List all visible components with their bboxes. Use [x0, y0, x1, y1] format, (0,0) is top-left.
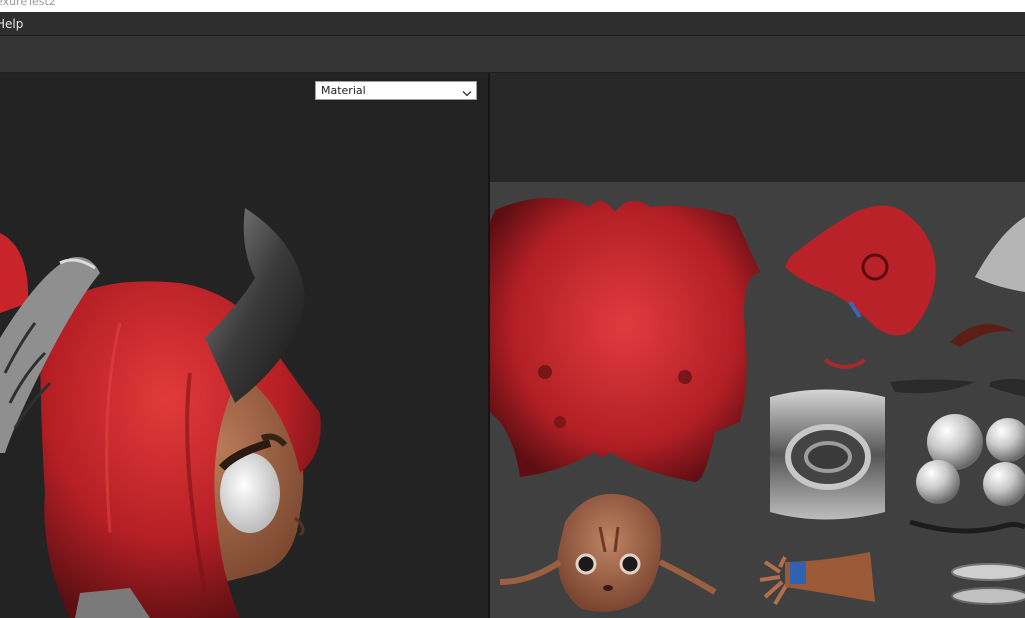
window-titlebar: exureTest2 — [0, 0, 1025, 12]
material-mode-select[interactable]: Material — [315, 81, 477, 100]
texture-atlas-image — [490, 197, 1025, 612]
uv-texture-viewport[interactable] — [490, 73, 1025, 618]
chevron-down-icon — [462, 86, 472, 103]
menu-bar: Help — [0, 12, 1025, 36]
toolbar — [0, 36, 1025, 73]
texture-atlas — [490, 182, 1025, 618]
window-title: exureTest2 — [0, 0, 56, 8]
material-mode-value: Material — [321, 84, 366, 97]
menu-help[interactable]: Help — [0, 17, 23, 31]
3d-viewport[interactable]: Material — [0, 73, 488, 618]
character-render — [0, 208, 321, 618]
